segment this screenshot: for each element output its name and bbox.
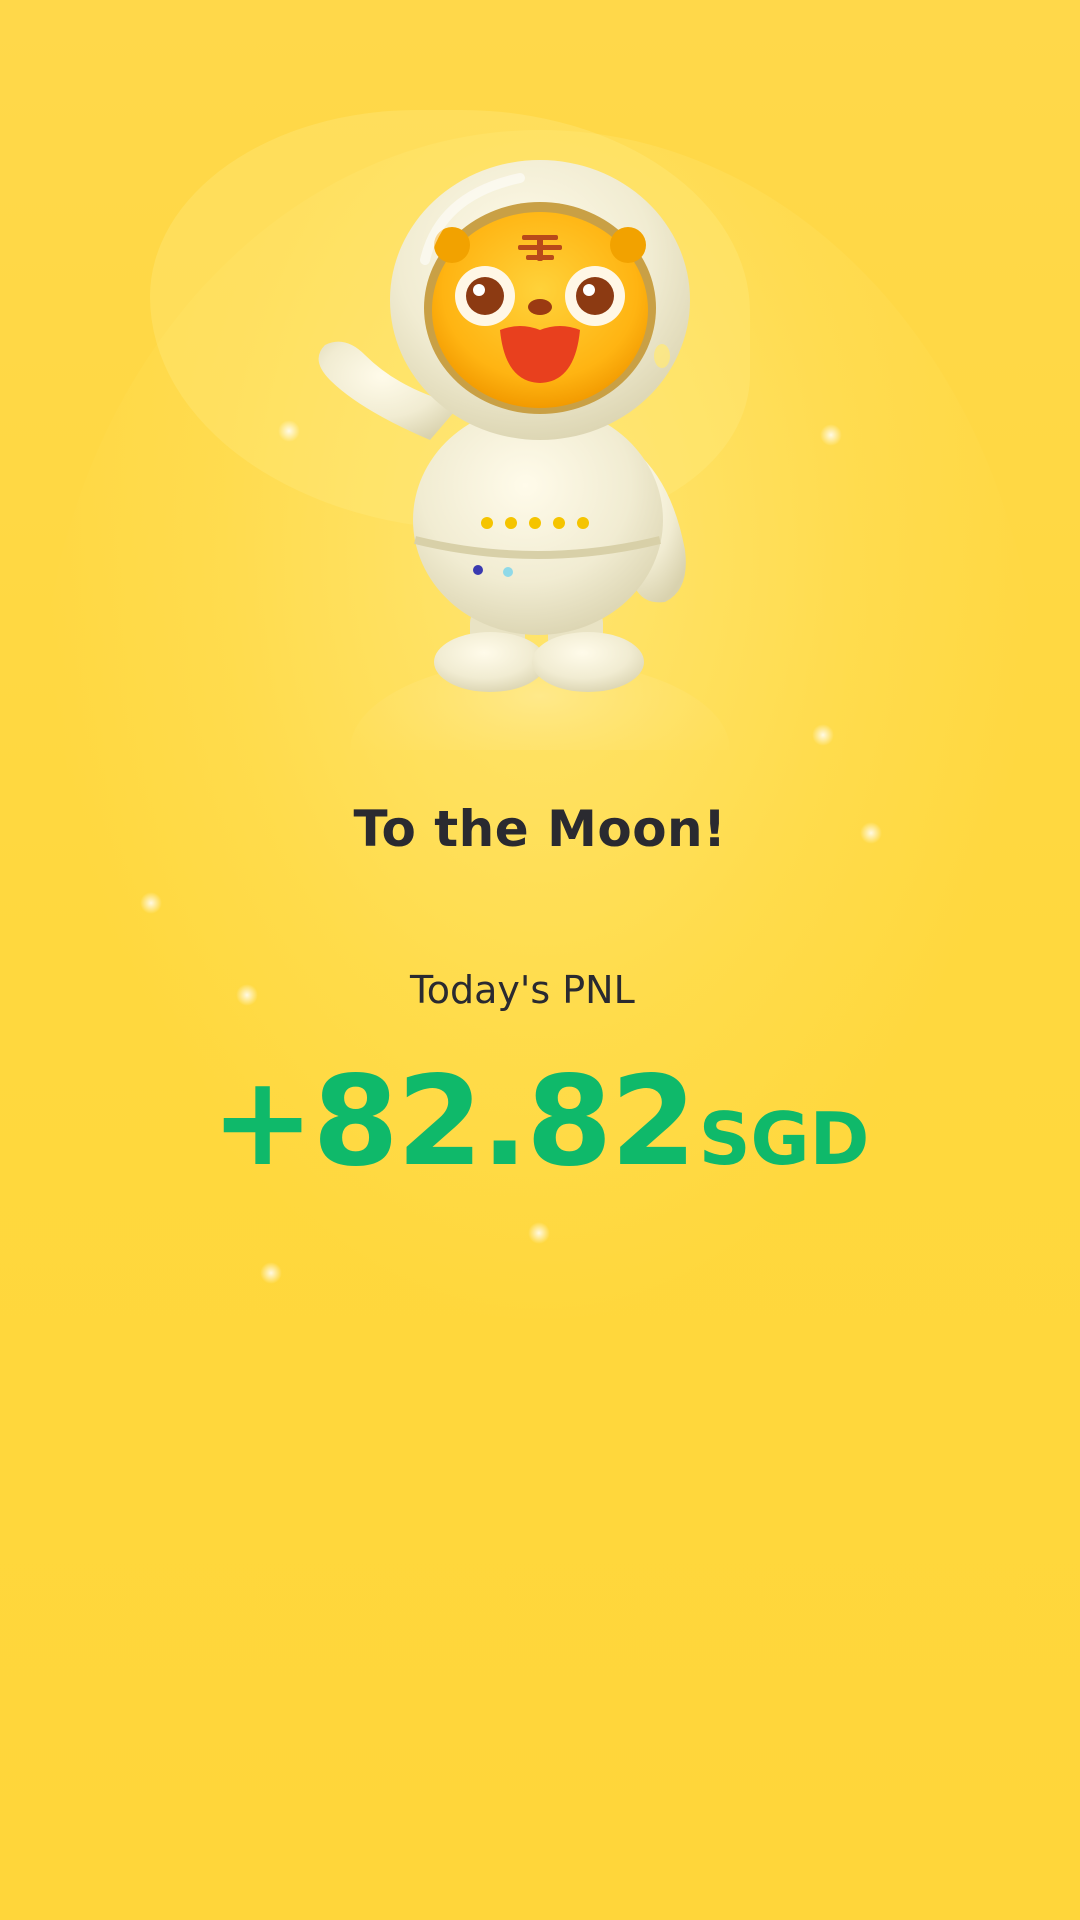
pnl-label: Today's PNL — [410, 968, 635, 1012]
sparkle-icon — [528, 1222, 550, 1244]
pnl-value: +82.82SGD — [0, 1050, 1080, 1194]
sparkle-icon — [820, 424, 842, 446]
sparkle-icon — [140, 892, 162, 914]
sparkle-icon — [260, 1262, 282, 1284]
astronaut-tiger-mascot-icon — [290, 150, 790, 750]
sparkle-icon — [812, 724, 834, 746]
sparkle-icon — [236, 984, 258, 1006]
headline: To the Moon! — [353, 800, 727, 858]
pnl-currency: SGD — [698, 1097, 870, 1181]
pnl-amount: +82.82 — [210, 1050, 697, 1194]
